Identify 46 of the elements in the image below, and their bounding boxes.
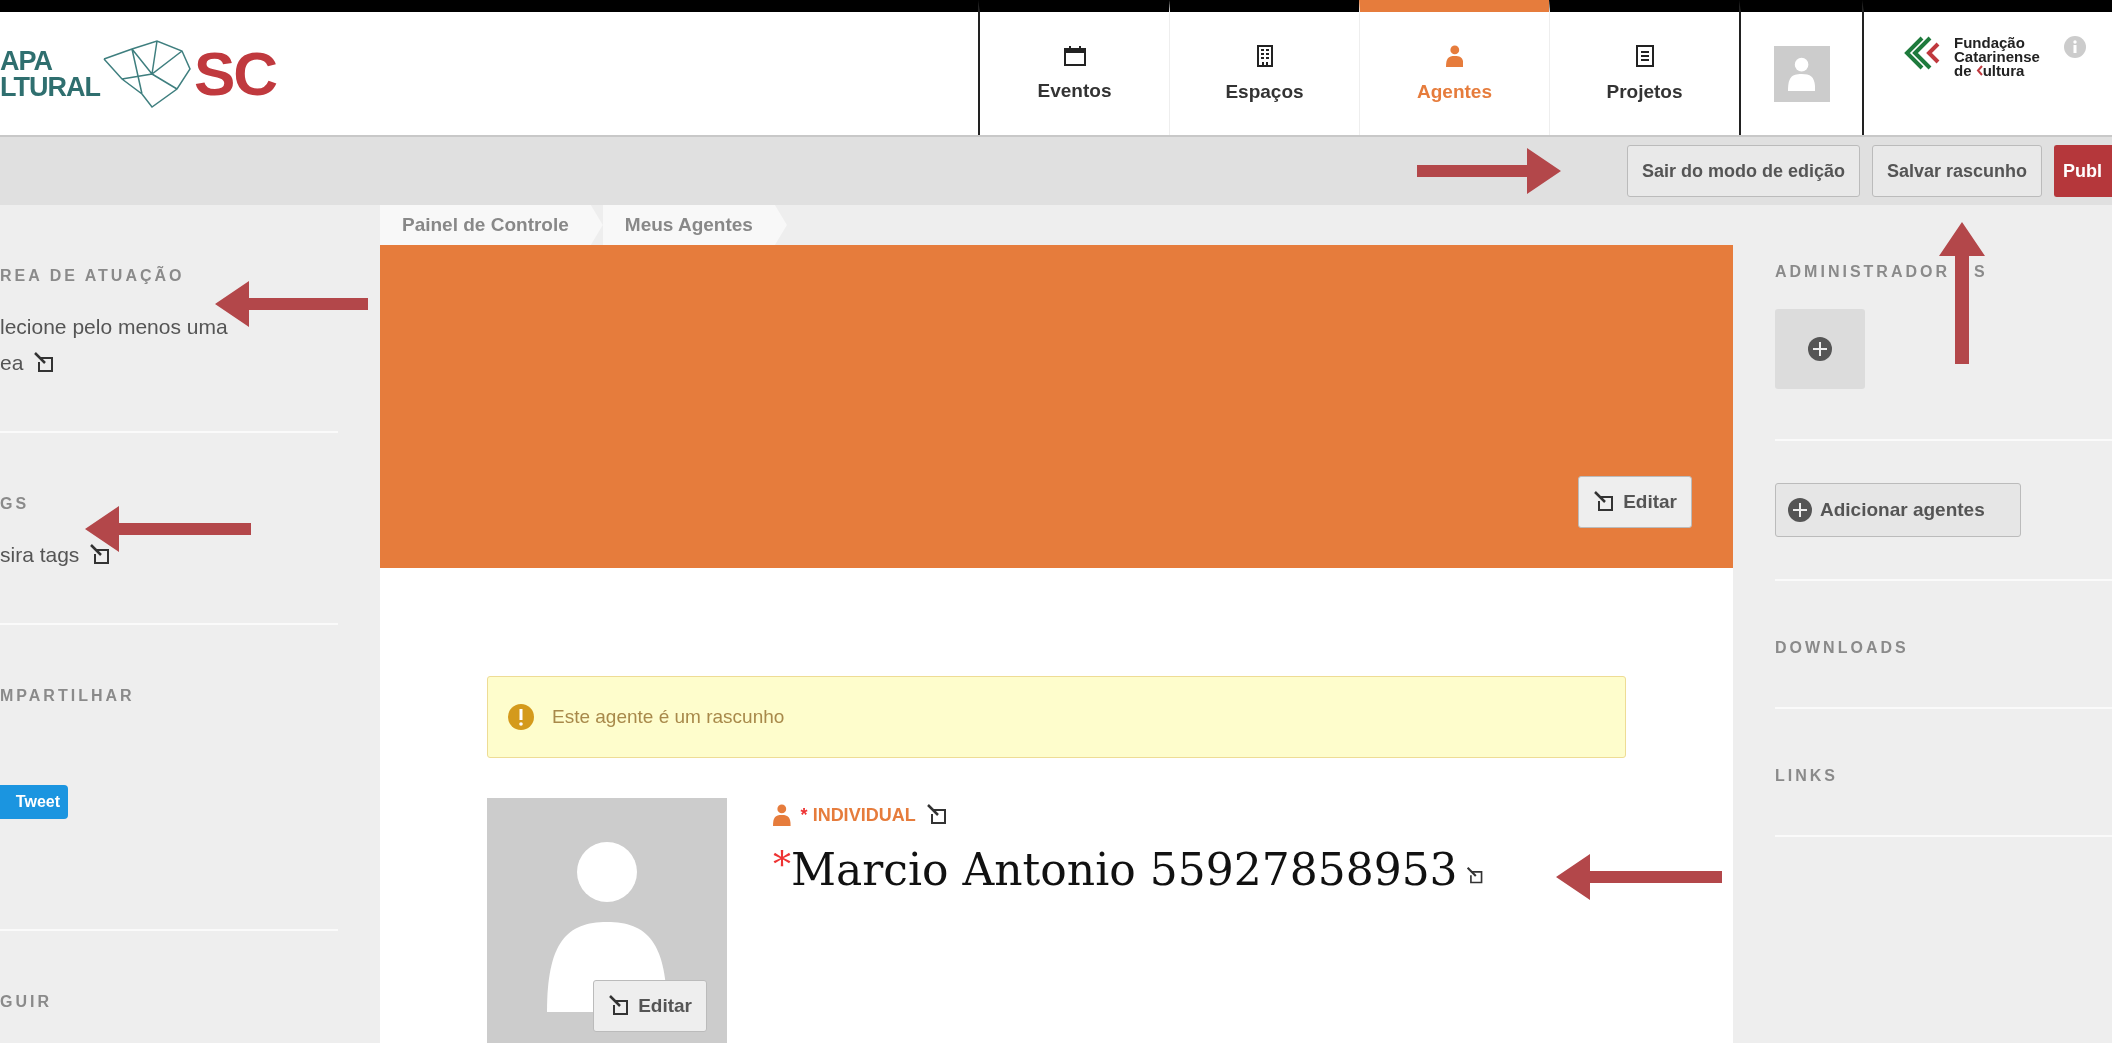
add-agents-button[interactable]: Adicionar agentes (1775, 483, 2021, 537)
logo-text: APA LTURAL (0, 47, 100, 100)
agent-type: * INDIVIDUAL (800, 804, 916, 826)
person-icon (773, 804, 791, 826)
edit-icon (608, 995, 631, 1017)
user-avatar[interactable] (1773, 45, 1830, 102)
calendar-icon (1063, 45, 1086, 66)
publish-button[interactable]: Publ (2054, 145, 2112, 197)
edit-icon (33, 352, 56, 374)
placeholder-text: sira tags (0, 542, 80, 568)
plus-icon (1788, 498, 1812, 522)
network-map-icon (102, 38, 192, 109)
person-icon (1787, 56, 1816, 91)
agent-name: *Marcio Antonio 55927858953 (773, 844, 1458, 895)
edit-button[interactable]: Editar (1578, 476, 1692, 528)
toolbar-button[interactable]: Salvar rascunho (1871, 145, 2042, 197)
section-heading: ADMINISTRADOR (1775, 263, 1950, 281)
logo-mark: SC (194, 38, 277, 109)
edit-icon (925, 804, 948, 826)
section-heading: DOWNLOADS (1775, 639, 1910, 657)
breadcrumb-link[interactable]: Painel de Controle (380, 205, 603, 245)
breadcrumb-link[interactable]: Meus Agentes (602, 205, 787, 245)
tweet-button[interactable]: Tweet (0, 785, 68, 819)
edit-button[interactable]: Editar (593, 980, 707, 1032)
edit-icon (1465, 867, 1484, 885)
section-heading: MPARTILHAR (0, 687, 136, 705)
toolbar-button[interactable]: Sair do modo de edição (1626, 145, 1860, 197)
section-heading: REA DE ATUAÇÃO (0, 267, 186, 285)
person-icon (1445, 44, 1464, 67)
placeholder-text: lecione pelo menos uma (0, 314, 228, 340)
alert-text: Este agente é um rascunho (552, 706, 785, 728)
edit-icon (89, 544, 112, 566)
info-icon[interactable] (2063, 36, 2086, 58)
plus-icon (1808, 337, 1832, 361)
section-heading: S (1974, 263, 1988, 281)
section-heading: GS (0, 495, 31, 513)
warning-icon (508, 704, 534, 730)
section-heading: LINKS (1775, 767, 1839, 785)
building-icon (1254, 44, 1275, 67)
chevron-icon (1975, 65, 1983, 76)
edit-icon (1593, 491, 1616, 513)
add-admin-button[interactable] (1775, 309, 1865, 389)
document-icon (1635, 44, 1654, 67)
organization-logo-text: Fundação Catarinense de ultura (1954, 36, 2040, 78)
section-heading: GUIR (0, 993, 53, 1011)
placeholder-text: ea (0, 350, 24, 376)
